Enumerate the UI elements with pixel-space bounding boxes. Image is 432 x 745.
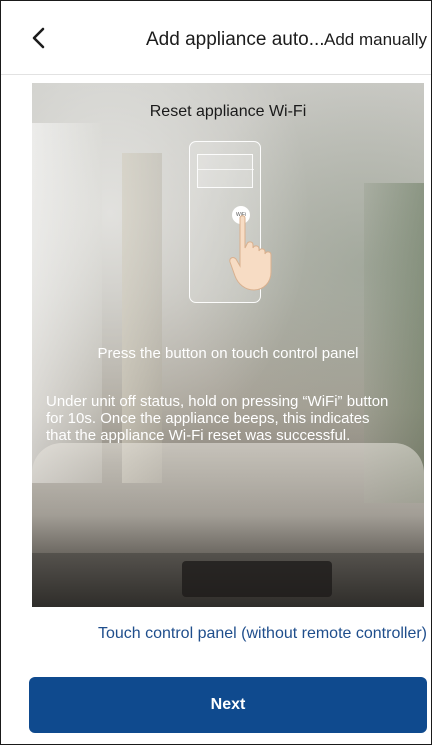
pointing-hand-icon [229, 215, 272, 291]
room-table [182, 561, 332, 597]
touch-control-panel-link[interactable]: Touch control panel (without remote cont… [98, 625, 427, 643]
panel-display [197, 154, 254, 188]
guide-title: Reset appliance Wi-Fi [149, 103, 307, 120]
panel-display-divider [198, 169, 254, 170]
page-title: Add appliance auto... [146, 29, 325, 50]
reset-guide-image: Reset appliance Wi-Fi WiFi Press the but… [32, 83, 424, 607]
press-caption: Press the button on touch control panel [97, 345, 359, 362]
room-sofa [32, 443, 424, 563]
reset-instruction: Under unit off status, hold on pressing … [46, 393, 389, 444]
touch-control-panel-illustration: WiFi [189, 141, 272, 303]
top-bar: Add appliance auto... Add manually [1, 1, 431, 75]
chevron-left-icon [32, 27, 45, 49]
add-appliance-screen: Add appliance auto... Add manually Reset… [0, 0, 432, 745]
add-manually-button[interactable]: Add manually [324, 30, 427, 50]
back-button[interactable] [25, 23, 51, 53]
next-button[interactable]: Next [29, 677, 427, 733]
